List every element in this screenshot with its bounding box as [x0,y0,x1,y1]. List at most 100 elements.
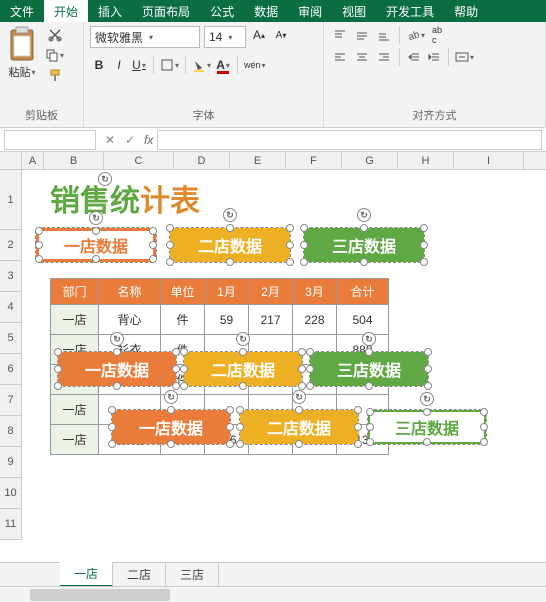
tab-file[interactable]: 文件 [0,0,44,22]
shape-store3-b[interactable]: 三店数据↻ [310,352,428,386]
tab-data[interactable]: 数据 [244,0,288,22]
tab-dev[interactable]: 开发工具 [376,0,444,22]
resize-handle[interactable] [354,440,362,448]
table-cell[interactable]: 一店 [51,425,99,455]
resize-handle[interactable] [295,440,303,448]
resize-handle[interactable] [366,423,374,431]
table-header[interactable]: 2月 [249,279,293,305]
fx-icon[interactable]: fx [144,133,153,147]
resize-handle[interactable] [424,365,432,373]
row-header[interactable]: 9 [0,447,21,478]
col-header[interactable]: F [286,152,342,169]
horizontal-scrollbar[interactable] [0,586,546,602]
align-center-icon[interactable] [352,48,372,66]
sheet-tab-2[interactable]: 二店 [113,563,166,586]
tab-review[interactable]: 审阅 [288,0,332,22]
font-color-icon[interactable]: A▾ [214,56,232,74]
shape-store1-c[interactable]: 一店数据↻ [112,410,230,444]
resize-handle[interactable] [298,365,306,373]
resize-handle[interactable] [166,258,174,266]
resize-handle[interactable] [354,406,362,414]
bold-icon[interactable]: B [90,56,108,74]
tab-home[interactable]: 开始 [44,0,88,22]
font-size-combo[interactable]: 14▾ [204,26,246,48]
resize-handle[interactable] [354,423,362,431]
resize-handle[interactable] [226,440,234,448]
table-header[interactable]: 名称 [99,279,161,305]
resize-handle[interactable] [108,440,116,448]
rotate-handle-icon[interactable]: ↻ [420,392,434,406]
table-header[interactable]: 单位 [161,279,205,305]
col-header[interactable] [0,152,22,169]
tab-help[interactable]: 帮助 [444,0,488,22]
shape-store1-b[interactable]: 一店数据↻ [58,352,176,386]
table-header[interactable]: 3月 [293,279,337,305]
shape-store2-c[interactable]: 二店数据↻ [240,410,358,444]
resize-handle[interactable] [92,227,100,235]
resize-handle[interactable] [172,382,180,390]
table-cell[interactable]: 一店 [51,395,99,425]
shape-store1-a[interactable]: 一店数据↻ [36,228,156,262]
resize-handle[interactable] [226,224,234,232]
resize-handle[interactable] [306,365,314,373]
grow-font-icon[interactable]: A▴ [250,26,268,44]
table-cell[interactable]: 504 [337,305,389,335]
table-cell[interactable]: 一店 [51,305,99,335]
paste-label[interactable]: 粘贴▾ [8,64,35,80]
cancel-formula-icon[interactable]: ✕ [100,130,120,150]
sheet-tab-3[interactable]: 三店 [166,563,219,586]
indent-inc-icon[interactable] [425,48,443,66]
row-header[interactable]: 10 [0,478,21,509]
fill-color-icon[interactable]: ▾ [191,56,212,74]
resize-handle[interactable] [300,224,308,232]
resize-handle[interactable] [54,348,62,356]
resize-handle[interactable] [180,348,188,356]
resize-handle[interactable] [298,348,306,356]
row-header[interactable]: 11 [0,509,21,540]
shape-store2-b[interactable]: 二店数据↻ [184,352,302,386]
col-header[interactable]: E [230,152,286,169]
resize-handle[interactable] [167,440,175,448]
resize-handle[interactable] [166,224,174,232]
col-header[interactable]: B [44,152,104,169]
row-header[interactable]: 8 [0,416,21,447]
name-box[interactable] [4,130,96,150]
resize-handle[interactable] [113,348,121,356]
resize-handle[interactable] [236,423,244,431]
resize-handle[interactable] [295,406,303,414]
rotate-handle-icon[interactable]: ↻ [89,211,103,225]
border-icon[interactable]: ▾ [159,56,180,74]
resize-handle[interactable] [149,255,157,263]
resize-handle[interactable] [286,258,294,266]
resize-handle[interactable] [360,258,368,266]
row-header[interactable]: 6 [0,354,21,385]
rotate-handle-icon[interactable]: ↻ [164,390,178,404]
sheet-tab-1[interactable]: 一店 [60,562,113,587]
resize-handle[interactable] [226,258,234,266]
resize-handle[interactable] [236,406,244,414]
resize-handle[interactable] [149,227,157,235]
resize-handle[interactable] [35,255,43,263]
rotate-handle-icon[interactable]: ↻ [292,390,306,404]
align-top-icon[interactable] [330,26,350,44]
align-middle-icon[interactable] [352,26,372,44]
title-wordart[interactable]: 销售统计表 ↻ [50,176,200,220]
rotate-handle-icon[interactable]: ↻ [110,332,124,346]
scrollbar-thumb[interactable] [30,589,170,601]
resize-handle[interactable] [108,423,116,431]
indent-dec-icon[interactable] [405,48,423,66]
row-header[interactable]: 1 [0,170,21,230]
shape-store3-a[interactable]: 三店数据↻ [304,228,424,262]
resize-handle[interactable] [480,423,488,431]
resize-handle[interactable] [423,408,431,416]
resize-handle[interactable] [239,382,247,390]
column-headers[interactable]: ABCDEFGHI [0,152,546,170]
shrink-font-icon[interactable]: A▾ [272,26,290,44]
resize-handle[interactable] [35,241,43,249]
resize-handle[interactable] [306,348,314,356]
resize-handle[interactable] [286,241,294,249]
resize-handle[interactable] [480,438,488,446]
resize-handle[interactable] [108,406,116,414]
resize-handle[interactable] [54,382,62,390]
resize-handle[interactable] [54,365,62,373]
